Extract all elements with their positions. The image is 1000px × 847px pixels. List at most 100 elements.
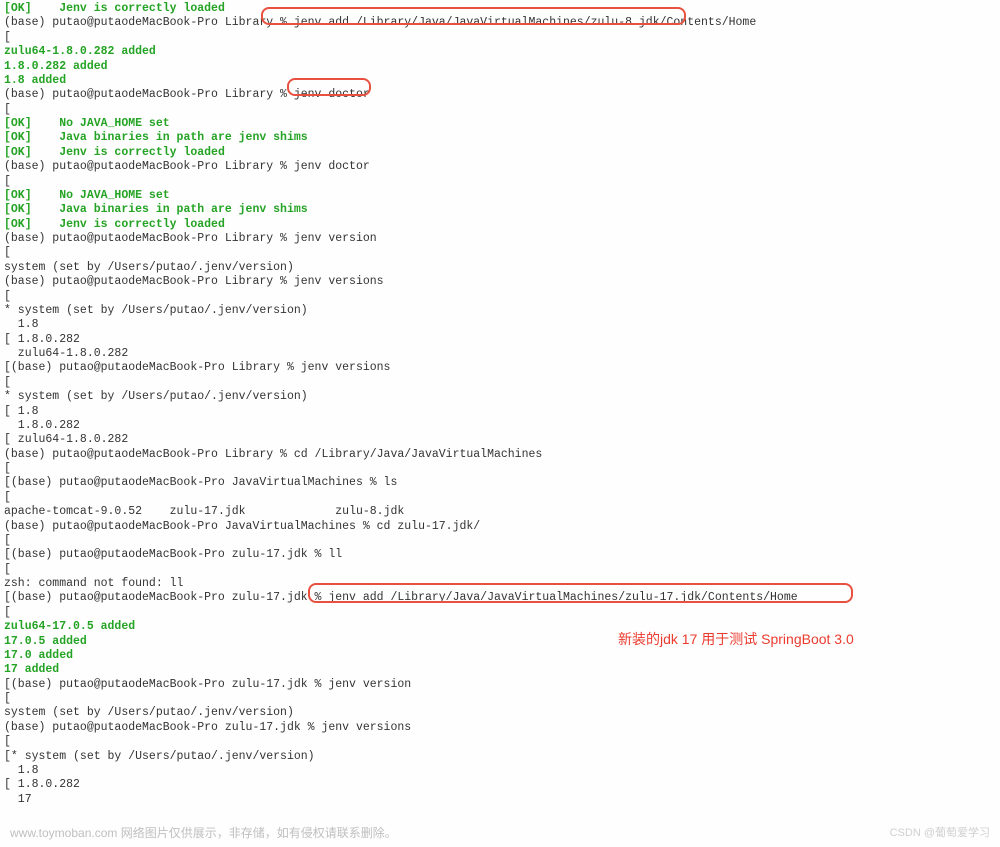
terminal-line: [ xyxy=(4,246,996,260)
terminal-line: system (set by /Users/putao/.jenv/versio… xyxy=(4,261,996,275)
terminal-line: [ xyxy=(4,606,996,620)
terminal-span: 1.8 xyxy=(4,764,39,777)
terminal-span: [ 1.8.0.282 xyxy=(4,778,80,791)
terminal-line: [ zulu64-1.8.0.282 xyxy=(4,433,996,447)
terminal-span: [ zulu64-1.8.0.282 xyxy=(4,433,128,446)
terminal-span: [(base) putao@putaodeMacBook-Pro zulu-17… xyxy=(4,591,798,604)
terminal-span: [OK] Jenv is correctly loaded xyxy=(4,146,225,159)
terminal-line: [ xyxy=(4,692,996,706)
terminal-span: zulu64-17.0.5 added xyxy=(4,620,135,633)
terminal-line: 17.0 added xyxy=(4,649,996,663)
terminal-line: zulu64-1.8.0.282 added xyxy=(4,45,996,59)
terminal-line: [(base) putao@putaodeMacBook-Pro Library… xyxy=(4,361,996,375)
terminal-span: zulu64-1.8.0.282 added xyxy=(4,45,156,58)
terminal-span: [ xyxy=(4,31,11,44)
terminal-line: [(base) putao@putaodeMacBook-Pro zulu-17… xyxy=(4,548,996,562)
terminal-span: [ xyxy=(4,606,11,619)
terminal-span: (base) putao@putaodeMacBook-Pro Library … xyxy=(4,448,542,461)
terminal-span: zulu64-1.8.0.282 xyxy=(4,347,128,360)
watermark-right: CSDN @葡萄爱学习 xyxy=(890,827,990,841)
terminal-line: [ xyxy=(4,103,996,117)
terminal-line: (base) putao@putaodeMacBook-Pro Library … xyxy=(4,88,996,102)
terminal-span: [(base) putao@putaodeMacBook-Pro Library… xyxy=(4,361,390,374)
terminal-span: 1.8 added xyxy=(4,74,66,87)
terminal-span: [OK] Java binaries in path are jenv shim… xyxy=(4,203,308,216)
terminal-span: system (set by /Users/putao/.jenv/versio… xyxy=(4,706,294,719)
terminal-span: [ xyxy=(4,462,11,475)
terminal-span: [ xyxy=(4,692,11,705)
terminal-line: [(base) putao@putaodeMacBook-Pro JavaVir… xyxy=(4,476,996,490)
terminal-span: 1.8.0.282 added xyxy=(4,60,108,73)
terminal-line: [(base) putao@putaodeMacBook-Pro zulu-17… xyxy=(4,591,996,605)
terminal-span: [ xyxy=(4,290,11,303)
terminal-line: [OK] Jenv is correctly loaded xyxy=(4,2,996,16)
terminal-span: [ xyxy=(4,491,11,504)
terminal-line: [OK] Java binaries in path are jenv shim… xyxy=(4,203,996,217)
terminal-line: 17 xyxy=(4,793,996,807)
terminal-line: (base) putao@putaodeMacBook-Pro Library … xyxy=(4,16,996,30)
terminal-span: (base) putao@putaodeMacBook-Pro JavaVirt… xyxy=(4,520,480,533)
terminal-line: [OK] Jenv is correctly loaded xyxy=(4,146,996,160)
terminal-output[interactable]: [OK] Jenv is correctly loaded(base) puta… xyxy=(0,0,1000,847)
terminal-span: [OK] Java binaries in path are jenv shim… xyxy=(4,131,308,144)
terminal-line: [* system (set by /Users/putao/.jenv/ver… xyxy=(4,750,996,764)
terminal-span: (base) putao@putaodeMacBook-Pro Library … xyxy=(4,16,756,29)
terminal-span: [(base) putao@putaodeMacBook-Pro zulu-17… xyxy=(4,678,411,691)
terminal-span: 1.8.0.282 xyxy=(4,419,80,432)
terminal-line: * system (set by /Users/putao/.jenv/vers… xyxy=(4,304,996,318)
terminal-line: [ xyxy=(4,563,996,577)
terminal-line: (base) putao@putaodeMacBook-Pro zulu-17.… xyxy=(4,721,996,735)
terminal-line: 1.8.0.282 xyxy=(4,419,996,433)
terminal-line: 1.8 xyxy=(4,318,996,332)
terminal-span: 17 xyxy=(4,793,32,806)
terminal-line: * system (set by /Users/putao/.jenv/vers… xyxy=(4,390,996,404)
terminal-line: [ xyxy=(4,175,996,189)
terminal-span: (base) putao@putaodeMacBook-Pro Library … xyxy=(4,232,377,245)
terminal-span: zsh: command not found: ll xyxy=(4,577,183,590)
terminal-span: [ xyxy=(4,175,11,188)
terminal-line: (base) putao@putaodeMacBook-Pro Library … xyxy=(4,275,996,289)
terminal-span: (base) putao@putaodeMacBook-Pro Library … xyxy=(4,88,370,101)
terminal-span: apache-tomcat-9.0.52 zulu-17.jdk zulu-8.… xyxy=(4,505,404,518)
terminal-line: apache-tomcat-9.0.52 zulu-17.jdk zulu-8.… xyxy=(4,505,996,519)
terminal-line: (base) putao@putaodeMacBook-Pro Library … xyxy=(4,160,996,174)
terminal-line: [OK] Java binaries in path are jenv shim… xyxy=(4,131,996,145)
watermark-left: www.toymoban.com 网络图片仅供展示，非存储，如有侵权请联系删除。 xyxy=(10,826,397,841)
terminal-line: 1.8 xyxy=(4,764,996,778)
terminal-line: [ 1.8 xyxy=(4,405,996,419)
terminal-line: [ xyxy=(4,376,996,390)
terminal-line: [ xyxy=(4,290,996,304)
terminal-span: [ xyxy=(4,103,11,116)
terminal-line: [OK] No JAVA_HOME set xyxy=(4,189,996,203)
terminal-span: [(base) putao@putaodeMacBook-Pro zulu-17… xyxy=(4,548,342,561)
terminal-line: system (set by /Users/putao/.jenv/versio… xyxy=(4,706,996,720)
terminal-span: [ xyxy=(4,376,11,389)
terminal-span: (base) putao@putaodeMacBook-Pro Library … xyxy=(4,160,370,173)
terminal-span: [ 1.8.0.282 xyxy=(4,333,80,346)
terminal-line: [(base) putao@putaodeMacBook-Pro zulu-17… xyxy=(4,678,996,692)
terminal-span: (base) putao@putaodeMacBook-Pro zulu-17.… xyxy=(4,721,411,734)
terminal-span: 17 added xyxy=(4,663,59,676)
terminal-span: [OK] No JAVA_HOME set xyxy=(4,189,170,202)
terminal-span: (base) putao@putaodeMacBook-Pro Library … xyxy=(4,275,384,288)
terminal-span: system (set by /Users/putao/.jenv/versio… xyxy=(4,261,294,274)
terminal-line: (base) putao@putaodeMacBook-Pro Library … xyxy=(4,448,996,462)
terminal-span: [ xyxy=(4,246,11,259)
terminal-span: [ xyxy=(4,563,11,576)
terminal-span: [(base) putao@putaodeMacBook-Pro JavaVir… xyxy=(4,476,397,489)
terminal-line: [ xyxy=(4,534,996,548)
terminal-span: [ 1.8 xyxy=(4,405,39,418)
terminal-span: [OK] No JAVA_HOME set xyxy=(4,117,170,130)
terminal-span: [OK] Jenv is correctly loaded xyxy=(4,218,225,231)
terminal-line: 1.8.0.282 added xyxy=(4,60,996,74)
terminal-line: [ xyxy=(4,735,996,749)
terminal-span: [OK] Jenv is correctly loaded xyxy=(4,2,225,15)
terminal-line: [ xyxy=(4,491,996,505)
terminal-line: [OK] Jenv is correctly loaded xyxy=(4,218,996,232)
terminal-line: [ xyxy=(4,31,996,45)
terminal-line: 1.8 added xyxy=(4,74,996,88)
annotation-text: 新装的jdk 17 用于测试 SpringBoot 3.0 xyxy=(618,631,854,649)
terminal-line: zsh: command not found: ll xyxy=(4,577,996,591)
terminal-span: * system (set by /Users/putao/.jenv/vers… xyxy=(4,390,308,403)
terminal-line: 17 added xyxy=(4,663,996,677)
